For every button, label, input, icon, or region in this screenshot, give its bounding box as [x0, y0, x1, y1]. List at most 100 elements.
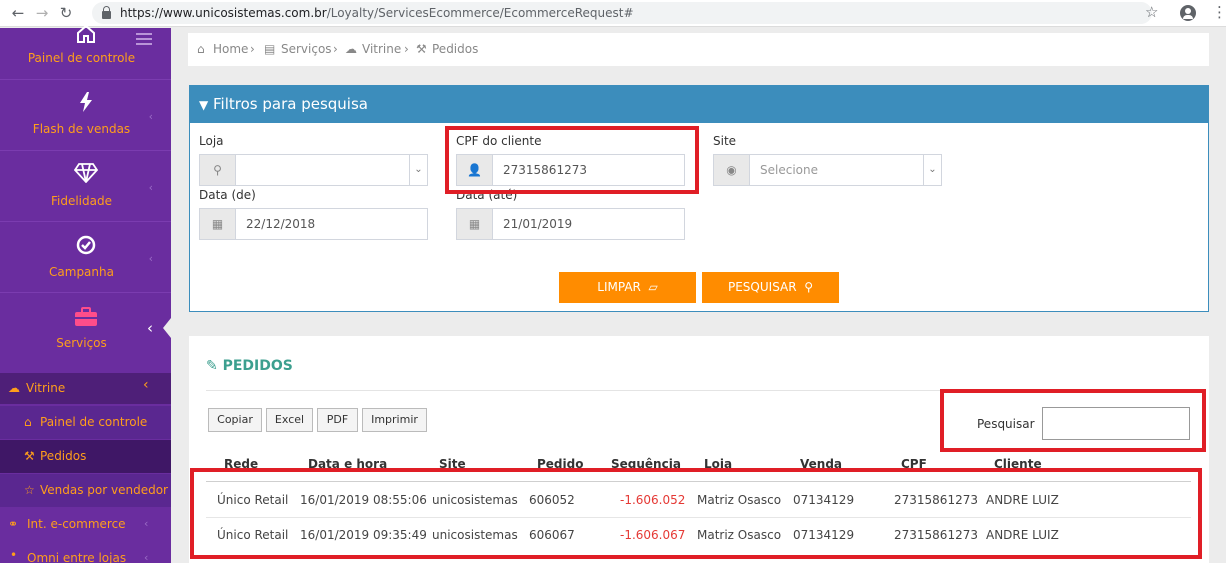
table-cell: 27315861273 [894, 493, 978, 507]
calendar-icon: ▦ [200, 209, 236, 239]
sidebar-item-int-ecommerce[interactable]: ⚭ Int. e-commerce ‹ [0, 508, 171, 541]
lock-icon [102, 5, 111, 19]
sidebar-item-label: Serviços [56, 336, 107, 350]
table-cell: 606067 [529, 528, 575, 542]
sidebar-item-label: Campanha [49, 265, 114, 279]
sidebar-item-painel[interactable]: Painel de controle [0, 24, 171, 80]
column-header-loja[interactable]: Loja [704, 457, 732, 471]
orders-title: ✎ PEDIDOS [206, 358, 293, 374]
submenu-item-pedidos[interactable]: ⚒ Pedidos [0, 440, 171, 473]
breadcrumb-vitrine[interactable]: Vitrine [362, 42, 401, 56]
submenu-item-label: Painel de controle [40, 415, 148, 429]
clear-button-label: LIMPAR [597, 280, 641, 294]
divider [206, 390, 1192, 391]
table-cell: 16/01/2019 08:55:06 [300, 493, 427, 507]
gavel-icon: ⚒ [416, 42, 427, 56]
menu-kebab-icon[interactable]: ⋮ [1212, 3, 1226, 21]
column-header-rede[interactable]: Rede [224, 457, 258, 471]
url-path: /Loyalty/ServicesEcommerce/EcommerceRequ… [326, 6, 634, 20]
check-circle-icon [0, 235, 171, 260]
submenu-item-painel[interactable]: ⌂ Painel de controle [0, 406, 171, 439]
chevron-left-icon: ‹ [148, 252, 153, 265]
excel-button[interactable]: Excel [266, 408, 313, 432]
sidebar-item-label: Int. e-commerce [27, 517, 126, 531]
back-arrow-icon[interactable]: ← [6, 4, 30, 22]
table-cell: 27315861273 [894, 528, 978, 542]
print-button[interactable]: Imprimir [362, 408, 427, 432]
sidebar-item-label: Painel de controle [27, 51, 136, 65]
breadcrumb-home[interactable]: Home [213, 42, 248, 56]
breadcrumb-separator: › [333, 42, 338, 56]
pencil-icon: ✎ [206, 358, 218, 374]
forward-arrow-icon[interactable]: → [30, 4, 54, 22]
table-cell: ANDRE LUIZ [986, 528, 1059, 542]
orders-title-text: PEDIDOS [222, 358, 293, 374]
column-header-sequencia[interactable]: Sequência [611, 457, 681, 471]
column-header-cliente[interactable]: Cliente [994, 457, 1042, 471]
data-de-input[interactable]: ▦ 22/12/2018 [199, 208, 428, 240]
data-de-value: 22/12/2018 [246, 217, 316, 231]
column-header-pedido[interactable]: Pedido [537, 457, 583, 471]
sidebar-item-fidelidade[interactable]: Fidelidade ‹ [0, 151, 171, 222]
home-icon [0, 24, 171, 49]
funnel-icon: ▼ [199, 98, 209, 112]
chevron-left-icon: ‹ [144, 517, 149, 530]
site-placeholder: Selecione [760, 163, 818, 177]
sidebar: Painel de controle Flash de vendas ‹ Fid… [0, 24, 171, 563]
home-icon: ⌂ [24, 415, 32, 429]
account-icon[interactable] [1180, 5, 1196, 21]
chevron-left-icon: ‹ [143, 377, 149, 393]
column-header-venda[interactable]: Venda [800, 457, 842, 471]
table-search-input[interactable] [1042, 407, 1190, 440]
search-button[interactable]: PESQUISAR ⚲ [702, 272, 839, 303]
sidebar-item-campanha[interactable]: Campanha ‹ [0, 222, 171, 293]
table-cell: 07134129 [793, 528, 855, 542]
cpf-label: CPF do cliente [456, 134, 542, 148]
column-header-site[interactable]: Site [439, 457, 466, 471]
active-indicator [163, 318, 171, 338]
chevron-left-icon: ‹ [148, 181, 153, 194]
star-icon: ☆ [24, 483, 35, 497]
clear-button[interactable]: LIMPAR ▱ [559, 272, 696, 303]
submenu-header-vitrine[interactable]: ☁ Vitrine ‹ [0, 373, 171, 404]
submenu-item-label: Pedidos [40, 449, 87, 463]
submenu-item-vendas-vendedor[interactable]: ☆ Vendas por vendedor [0, 474, 171, 507]
breadcrumb-separator: › [250, 42, 255, 56]
breadcrumb-servicos[interactable]: Serviços [281, 42, 332, 56]
site-label: Site [713, 134, 737, 148]
table-search-label: Pesquisar [977, 417, 1035, 431]
table-cell: 07134129 [793, 493, 855, 507]
column-header-data-hora[interactable]: Data e hora [308, 457, 387, 471]
table-cell: unicosistemas [432, 493, 518, 507]
sidebar-item-servicos[interactable]: Serviços ‹ [0, 293, 171, 364]
data-ate-label: Data (até) [456, 188, 518, 202]
reload-icon[interactable]: ↻ [54, 4, 78, 22]
column-header-cpf[interactable]: CPF [901, 457, 927, 471]
site-select[interactable]: ◉ Selecione ⌄ [713, 154, 942, 186]
table-cell: 606052 [529, 493, 575, 507]
lightning-icon [0, 92, 171, 117]
link-icon: ⚭ [8, 517, 19, 531]
map-marker-icon: ⚲ [200, 155, 236, 185]
gavel-icon: ⚒ [24, 449, 35, 463]
user-icon: 👤 [457, 155, 493, 185]
sidebar-item-flash[interactable]: Flash de vendas ‹ [0, 80, 171, 151]
filter-panel-header: ▼ Filtros para pesquisa [190, 86, 1208, 123]
sidebar-item-label: Omni entre lojas [27, 551, 127, 563]
data-ate-value: 21/01/2019 [503, 217, 573, 231]
pdf-button[interactable]: PDF [317, 408, 358, 432]
loja-select[interactable]: ⚲ ⌄ [199, 154, 428, 186]
cpf-input[interactable]: 👤 27315861273 [456, 154, 685, 186]
cloud-icon: ☁ [345, 42, 357, 56]
data-ate-input[interactable]: ▦ 21/01/2019 [456, 208, 685, 240]
url-domain: https://www.unicosistemas.com.br [120, 6, 327, 20]
chevron-left-icon: ‹ [147, 319, 153, 337]
copy-button[interactable]: Copiar [208, 408, 262, 432]
data-de-label: Data (de) [199, 188, 256, 202]
sidebar-item-omni[interactable]: • Omni entre lojas ‹ [0, 542, 171, 563]
filter-panel: ▼ Filtros para pesquisa Loja ⚲ ⌄ CPF do … [189, 85, 1209, 312]
search-icon: ⚲ [800, 280, 814, 294]
bookmark-star-icon[interactable]: ☆ [1145, 3, 1158, 21]
search-button-label: PESQUISAR [727, 280, 797, 294]
address-bar[interactable]: https://www.unicosistemas.com.br/Loyalty… [92, 2, 1152, 24]
